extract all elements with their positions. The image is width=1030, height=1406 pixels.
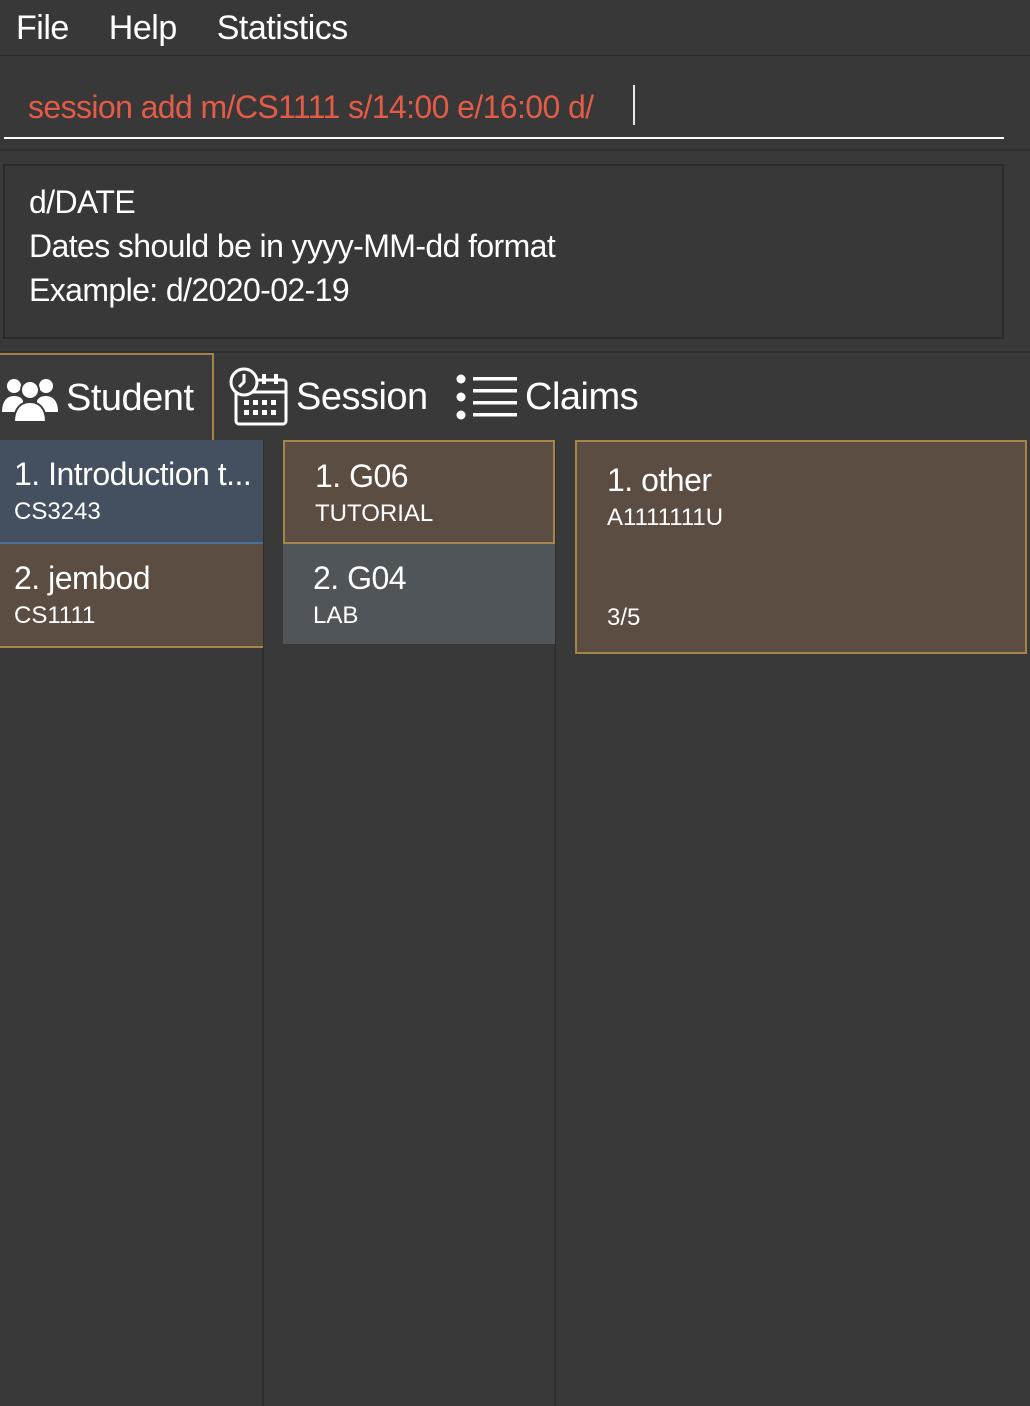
session-card[interactable]: 1. G06 TUTORIAL (283, 440, 555, 544)
student-title: 2. jembod (14, 560, 151, 596)
list-icon (456, 374, 517, 420)
claim-id: A1111111U (607, 504, 724, 531)
menu-statistics[interactable]: Statistics (217, 11, 349, 45)
claims-list[interactable]: 1. other A1111111U 3/5 (556, 440, 1030, 1406)
result-line: Example: d/2020-02-19 (29, 272, 350, 308)
session-type: LAB (313, 602, 359, 629)
students-icon (2, 379, 58, 423)
menu-bar: File Help Statistics (0, 0, 1030, 56)
tab-claims[interactable]: Claims (455, 353, 639, 441)
app-window: File Help Statistics d/DATE Dates should… (0, 0, 1030, 1406)
student-code: CS1111 (14, 602, 96, 629)
session-type: TUTORIAL (315, 500, 434, 527)
tab-session[interactable]: Session (228, 353, 428, 441)
tab-student[interactable]: Student (0, 353, 214, 441)
tab-bar: Student Session Claims (0, 351, 1030, 441)
command-input[interactable] (4, 77, 1004, 139)
session-title: 1. G06 (315, 458, 409, 494)
session-title: 2. G04 (313, 560, 407, 596)
result-display: d/DATE Dates should be in yyyy-MM-dd for… (3, 164, 1004, 339)
student-list[interactable]: 1. Introduction t... CS3243 2. jembod CS… (0, 440, 264, 1406)
session-list[interactable]: 1. G06 TUTORIAL 2. G04 LAB (264, 440, 556, 1406)
claim-progress: 3/5 (607, 604, 641, 631)
claim-card[interactable]: 1. other A1111111U 3/5 (575, 440, 1027, 654)
student-title: 1. Introduction t... (14, 456, 252, 492)
result-line: Dates should be in yyyy-MM-dd format (29, 228, 556, 264)
calendar-clock-icon (229, 367, 288, 426)
tab-session-label: Session (296, 375, 428, 418)
tab-claims-label: Claims (525, 375, 639, 418)
student-card[interactable]: 2. jembod CS1111 (0, 544, 263, 648)
session-card[interactable]: 2. G04 LAB (283, 544, 555, 644)
result-line: d/DATE (29, 184, 136, 220)
student-card[interactable]: 1. Introduction t... CS3243 (0, 440, 263, 544)
student-code: CS3243 (14, 498, 101, 525)
claim-title: 1. other (607, 462, 712, 498)
menu-help[interactable]: Help (109, 11, 177, 45)
text-caret (633, 85, 635, 125)
tab-student-label: Student (66, 376, 194, 419)
command-box (0, 57, 1030, 151)
menu-file[interactable]: File (16, 11, 69, 45)
